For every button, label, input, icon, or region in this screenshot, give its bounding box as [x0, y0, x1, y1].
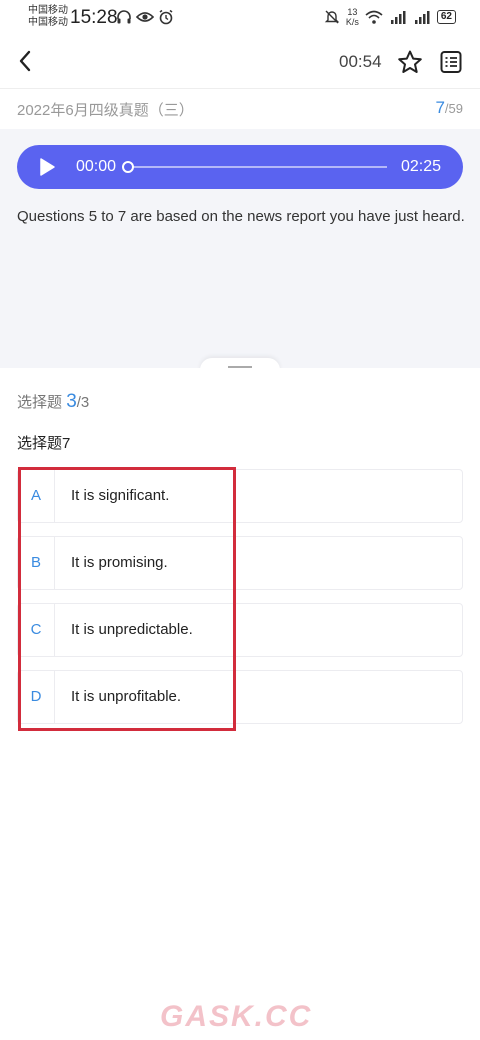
- passage-instructions: Questions 5 to 7 are based on the news r…: [17, 208, 465, 225]
- audio-current-time: 00:00: [76, 158, 117, 175]
- question-title: 选择题7: [17, 435, 71, 452]
- eye-icon: [136, 12, 154, 22]
- battery-icon: 62: [436, 10, 456, 24]
- audio-player: 00:00 02:25: [17, 145, 463, 189]
- option-letter: A: [18, 470, 55, 522]
- listening-section: 00:00 02:25 Questions 5 to 7 are based o…: [0, 129, 480, 368]
- question-type-label: 选择题 3/3: [17, 391, 90, 412]
- option-d[interactable]: D It is unprofitable.: [17, 670, 463, 724]
- carrier-labels: 中国移动 中国移动: [28, 5, 68, 29]
- question-index: 3: [66, 391, 77, 412]
- option-letter: C: [18, 604, 55, 656]
- net-speed: 13 K/s: [345, 7, 359, 27]
- exam-info-row: 2022年6月四级真题（三） 7/59: [0, 88, 480, 130]
- headphones-icon: [117, 10, 131, 24]
- option-text: It is unprofitable.: [71, 688, 182, 705]
- answer-sheet-button[interactable]: [439, 49, 463, 75]
- play-icon: [40, 158, 55, 176]
- audio-progress-track[interactable]: [123, 166, 387, 168]
- audio-progress-knob[interactable]: [122, 161, 134, 173]
- status-time: 15:28: [70, 7, 118, 28]
- question-progress[interactable]: 7/59: [435, 98, 463, 118]
- chevron-left-icon: [19, 50, 31, 72]
- option-b[interactable]: B It is promising.: [17, 536, 463, 590]
- option-letter: D: [18, 671, 55, 723]
- carrier-1: 中国移动: [28, 5, 68, 16]
- total-questions: /59: [444, 101, 463, 116]
- question-total: /3: [76, 394, 90, 411]
- option-text: It is significant.: [71, 487, 170, 504]
- mute-bell-icon: [324, 10, 340, 24]
- status-bar: 中国移动 中国移动 15:28 13 K/s 62: [0, 0, 480, 36]
- exam-title: 2022年6月四级真题（三）: [17, 102, 194, 119]
- signal-1-icon: [390, 11, 406, 24]
- watermark: GASK.CC: [160, 1000, 313, 1033]
- exam-timer: 00:54: [339, 52, 382, 71]
- wifi-icon: [365, 10, 383, 24]
- list-icon: [440, 51, 462, 73]
- option-text: It is promising.: [71, 554, 168, 571]
- option-a[interactable]: A It is significant.: [17, 469, 463, 523]
- favorite-button[interactable]: [397, 49, 423, 75]
- audio-total-time: 02:25: [400, 158, 441, 175]
- signal-2-icon: [414, 11, 430, 24]
- current-question-index: 7: [435, 98, 445, 117]
- option-text: It is unpredictable.: [71, 621, 193, 638]
- status-left-icons: [116, 9, 174, 25]
- status-right-icons: 13 K/s 62: [324, 7, 456, 27]
- star-icon: [398, 50, 422, 73]
- header-bar: 00:54: [0, 36, 480, 88]
- option-c[interactable]: C It is unpredictable.: [17, 603, 463, 657]
- option-letter: B: [18, 537, 55, 589]
- back-button[interactable]: [14, 48, 38, 74]
- carrier-2: 中国移动: [28, 17, 68, 28]
- alarm-icon: [159, 9, 173, 25]
- play-button[interactable]: [37, 157, 57, 177]
